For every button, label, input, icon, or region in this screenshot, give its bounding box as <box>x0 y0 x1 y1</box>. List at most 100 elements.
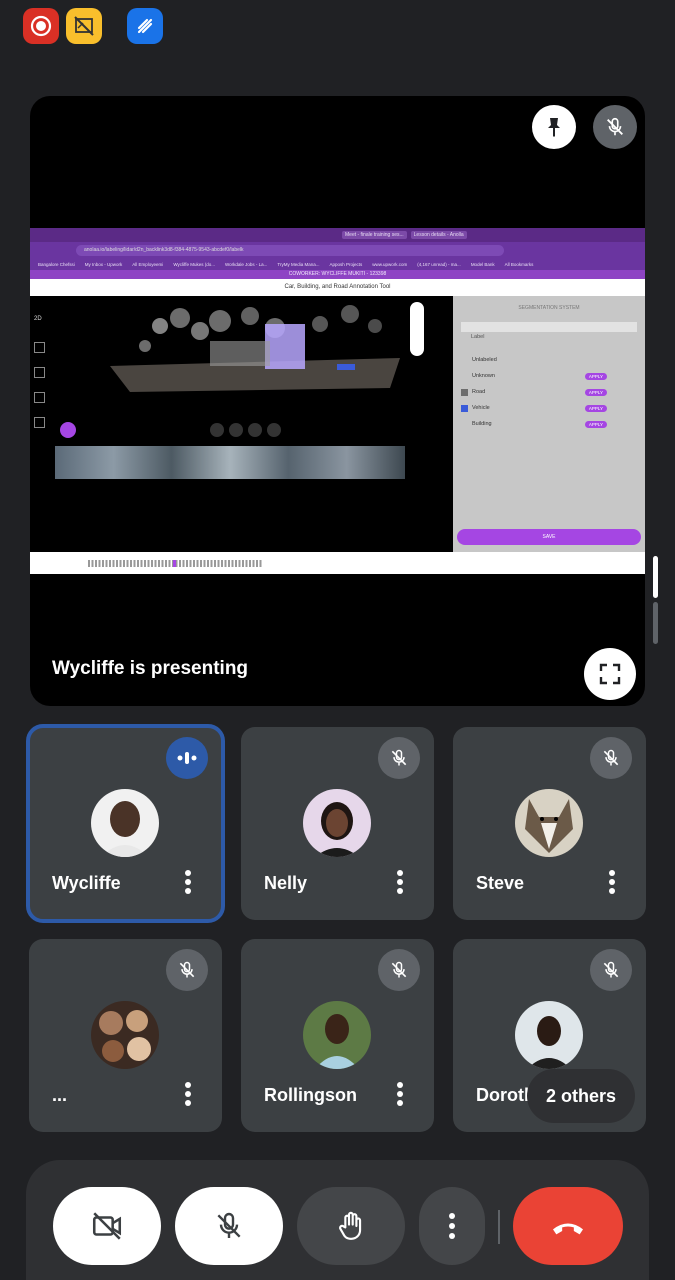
zoom-controls <box>210 423 281 437</box>
muted-indicator <box>590 949 632 991</box>
bookmark: All Bookmarks <box>504 261 534 267</box>
record-status-icon[interactable] <box>23 8 59 44</box>
participant-options-button[interactable] <box>182 1079 194 1109</box>
participant-tile[interactable]: Nelly <box>241 727 434 920</box>
annotation-tool-title: Car, Building, and Road Annotation Tool <box>30 279 645 296</box>
shared-screen: Meet - finale training ses... Lesson det… <box>30 228 645 574</box>
browser-address-bar: anolaa.io/labeling/lidar/d2n_backlink3d8… <box>30 242 645 258</box>
scrollbar-track <box>653 602 658 644</box>
raise-hand-button[interactable] <box>297 1187 405 1265</box>
participant-name: Steve <box>476 873 525 893</box>
avatar <box>303 789 371 857</box>
avatar <box>515 1001 583 1069</box>
mic-toggle-button[interactable] <box>175 1187 283 1265</box>
no-camera-status-icon[interactable] <box>66 8 102 44</box>
mic-off-icon <box>179 961 195 978</box>
presentation-stage[interactable]: Meet - finale training ses... Lesson det… <box>30 96 645 706</box>
label-name: Building <box>472 421 492 427</box>
apply-button: APPLY <box>584 404 607 412</box>
view-2d-toggle: 2D <box>34 316 42 322</box>
point-cloud-viewer: 2D <box>30 296 453 552</box>
bookmark: All Employeemi <box>132 261 164 267</box>
label-name: Unknown <box>472 373 495 379</box>
apply-button: APPLY <box>584 420 607 428</box>
bookmark: www.upwork.com <box>372 261 408 267</box>
end-call-button[interactable] <box>513 1187 623 1265</box>
mic-off-icon <box>603 749 619 766</box>
hand-icon <box>339 1211 362 1240</box>
segmentation-panel: SEGMENTATION SYSTEM Label Unlabeled Unkn… <box>453 296 645 552</box>
browser-url: anolaa.io/labeling/lidar/d2n_backlink3d8… <box>76 244 504 256</box>
mic-off-icon <box>607 117 623 136</box>
participant-tile[interactable]: Rollingson <box>241 939 434 1132</box>
presenter-muted-indicator <box>593 105 637 149</box>
call-controls <box>26 1160 649 1280</box>
label-row: Building APPLY <box>461 418 637 430</box>
bookmarks-bar: Bangalore Chefssi My Inbox - Upwork All … <box>30 258 645 270</box>
avatar <box>91 789 159 857</box>
participant-tile[interactable]: Steve <box>453 727 646 920</box>
viewer-toolbar: 2D <box>34 302 50 552</box>
label-name: Road <box>472 389 486 395</box>
browser-tab-strip: Meet - finale training ses... Lesson det… <box>30 228 645 242</box>
participant-name: Wycliffe <box>52 873 121 893</box>
mic-off-icon <box>217 1212 241 1238</box>
participant-options-button[interactable] <box>394 1079 406 1109</box>
bookmark: Model Bank <box>470 261 495 267</box>
label-name: Unlabeled <box>472 357 497 363</box>
bookmark: (4,167 unread) - ma... <box>417 261 461 267</box>
pin-button[interactable] <box>532 105 576 149</box>
mic-off-icon <box>603 961 619 978</box>
participant-options-button[interactable] <box>394 867 406 897</box>
speaking-indicator <box>166 737 208 779</box>
label-row: Unknown APPLY <box>461 370 637 382</box>
coworker-banner: COWORKER: WYCLIFFE MUKITI - 123398 <box>30 270 645 279</box>
mic-off-icon <box>391 961 407 978</box>
point-cloud-render <box>90 296 410 406</box>
fullscreen-icon <box>599 663 621 685</box>
bookmark: Workdale Jobs - La... <box>224 261 268 267</box>
presenting-label: Wycliffe is presenting <box>52 658 249 679</box>
annotate-app-icon[interactable] <box>127 8 163 44</box>
muted-indicator <box>590 737 632 779</box>
participant-tile[interactable]: Dorothy 2 others <box>453 939 646 1132</box>
avatar <box>515 789 583 857</box>
avatar <box>303 1001 371 1069</box>
participant-name: Nelly <box>264 873 308 893</box>
apply-button: APPLY <box>584 388 607 396</box>
viewer-side-tools <box>410 302 424 356</box>
draw-tool-button <box>60 422 76 438</box>
bookmark: Bangalore Chefssi <box>38 261 75 267</box>
camera-off-icon <box>92 1212 122 1240</box>
more-options-button[interactable] <box>419 1187 485 1265</box>
avatar <box>91 1001 159 1069</box>
participant-tile[interactable]: ... <box>29 939 222 1132</box>
label-row: Vehicle APPLY <box>461 402 637 414</box>
controls-divider <box>498 1210 500 1244</box>
apply-button: APPLY <box>584 372 607 380</box>
participant-tile[interactable]: Wycliffe <box>26 724 225 923</box>
participant-name: ... <box>52 1085 68 1105</box>
frame-timeline <box>30 552 645 574</box>
participant-name: Rollingson <box>264 1085 357 1105</box>
label-name: Vehicle <box>472 405 490 411</box>
others-chip-label: 2 others <box>545 1085 617 1106</box>
camera-frames-strip <box>55 446 405 479</box>
bookmark: My Inbox - Upwork <box>84 261 123 267</box>
muted-indicator <box>378 949 420 991</box>
pin-icon <box>548 118 560 137</box>
label-header: Label <box>471 334 485 340</box>
scrollbar-thumb[interactable] <box>653 556 658 598</box>
mic-off-icon <box>391 749 407 766</box>
muted-indicator <box>378 737 420 779</box>
participant-options-button[interactable] <box>182 867 194 897</box>
label-row: Road APPLY <box>461 386 637 398</box>
others-chip[interactable]: 2 others <box>527 1069 635 1123</box>
participant-options-button[interactable] <box>606 867 618 897</box>
camera-toggle-button[interactable] <box>53 1187 161 1265</box>
more-vert-icon <box>449 1213 455 1239</box>
bookmark: Wycliffe Mukes (do... <box>173 261 215 267</box>
bookmark: Apposh Projects <box>329 261 363 267</box>
hang-up-icon <box>553 1223 583 1235</box>
fullscreen-button[interactable] <box>584 648 636 700</box>
